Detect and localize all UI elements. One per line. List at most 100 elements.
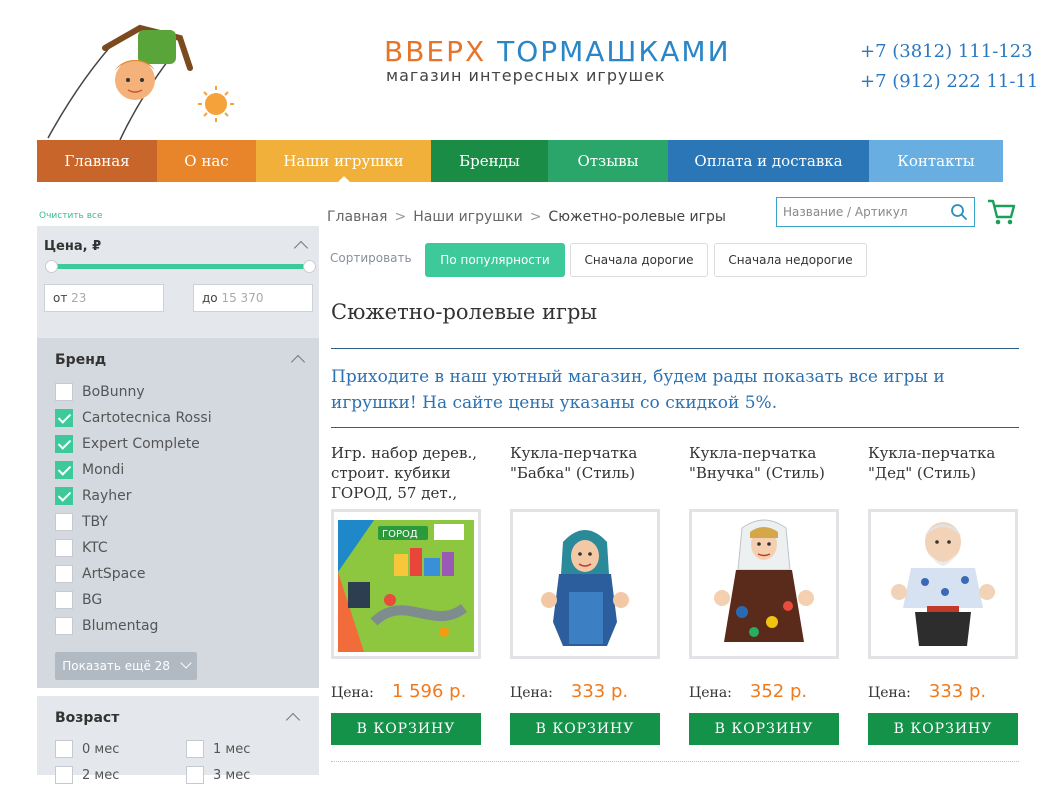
nav-item-toys[interactable]: Наши игрушки bbox=[256, 140, 431, 183]
phone-1[interactable]: +7 (3812) 111-123 bbox=[860, 41, 1033, 62]
brand-option-label: Expert Complete bbox=[82, 436, 200, 452]
breadcrumb-current: Сюжетно-ролевые игры bbox=[548, 209, 726, 225]
product-name[interactable]: Игр. набор дерев., строит. кубики ГОРОД,… bbox=[331, 443, 483, 507]
svg-text:ГОРОД: ГОРОД bbox=[382, 529, 418, 540]
brand-filter-list: BoBunny Cartotecnica Rossi Expert Comple… bbox=[55, 379, 212, 639]
product-image[interactable]: ГОРОД bbox=[331, 509, 481, 659]
brand-option[interactable]: ArtSpace bbox=[55, 561, 212, 587]
add-to-cart-button[interactable]: В КОРЗИНУ bbox=[331, 713, 481, 745]
brand-option-label: Blumentag bbox=[82, 618, 159, 634]
brand-option[interactable]: Mondi bbox=[55, 457, 212, 483]
nav-item-home[interactable]: Главная bbox=[37, 140, 157, 182]
checkbox[interactable] bbox=[55, 740, 73, 758]
sort-label: Сортировать bbox=[330, 251, 412, 265]
brand-title-part1: ВВЕРХ bbox=[384, 35, 487, 68]
sort-expensive-first-button[interactable]: Сначала дорогие bbox=[570, 243, 708, 277]
price-to-input[interactable]: до 15 370 bbox=[193, 284, 313, 312]
show-more-brands-button[interactable]: Показать ещё 28 bbox=[55, 652, 197, 680]
nav-item-payment-delivery[interactable]: Оплата и доставка bbox=[668, 140, 869, 182]
price-slider-track[interactable] bbox=[50, 264, 310, 269]
brand-option[interactable]: BoBunny bbox=[55, 379, 212, 405]
brand-title[interactable]: ВВЕРХ ТОРМАШКАМИ bbox=[384, 36, 731, 68]
product-name[interactable]: Кукла-перчатка "Внучка" (Стиль) bbox=[689, 443, 841, 507]
checkbox[interactable] bbox=[55, 565, 73, 583]
clear-all-filters[interactable]: Очистить все bbox=[39, 211, 103, 221]
age-option-label: 3 мес bbox=[213, 767, 251, 783]
product-name[interactable]: Кукла-перчатка "Дед" (Стиль) bbox=[868, 443, 1020, 507]
product-image[interactable] bbox=[868, 509, 1018, 659]
checkbox-checked[interactable] bbox=[55, 409, 73, 427]
product-price: 352 р. bbox=[749, 681, 808, 702]
brand-option[interactable]: Cartotecnica Rossi bbox=[55, 405, 212, 431]
price-from-prefix: от bbox=[53, 291, 68, 305]
phone-2[interactable]: +7 (912) 222 11-11 bbox=[860, 71, 1038, 92]
cart-icon[interactable] bbox=[986, 197, 1016, 231]
product-price: 1 596 р. bbox=[391, 681, 467, 702]
search-input[interactable] bbox=[777, 198, 949, 226]
divider bbox=[331, 348, 1019, 349]
price-from-input[interactable]: от 23 bbox=[44, 284, 164, 312]
checkbox[interactable] bbox=[55, 617, 73, 635]
checkbox[interactable] bbox=[55, 539, 73, 557]
product-card: Кукла-перчатка "Дед" (Стиль) Цена: 333 р.… bbox=[868, 443, 1020, 745]
add-to-cart-button[interactable]: В КОРЗИНУ bbox=[689, 713, 839, 745]
price-slider-max-handle[interactable] bbox=[303, 260, 316, 273]
age-option[interactable]: 1 мес bbox=[186, 736, 250, 762]
brand-filter-title: Бренд bbox=[55, 352, 107, 368]
nav-item-reviews[interactable]: Отзывы bbox=[548, 140, 668, 182]
brand-option-label: BG bbox=[82, 592, 103, 608]
checkbox-checked[interactable] bbox=[55, 461, 73, 479]
product-image[interactable] bbox=[689, 509, 839, 659]
show-more-label: Показать ещё 28 bbox=[62, 659, 170, 673]
checkbox[interactable] bbox=[55, 513, 73, 531]
breadcrumb-toys[interactable]: Наши игрушки bbox=[413, 209, 522, 225]
breadcrumb-home[interactable]: Главная bbox=[327, 209, 387, 225]
checkbox[interactable] bbox=[186, 766, 204, 784]
brand-option-label: Mondi bbox=[82, 462, 125, 478]
brand-option[interactable]: Blumentag bbox=[55, 613, 212, 639]
price-to-value: 15 370 bbox=[221, 291, 264, 305]
checkbox[interactable] bbox=[55, 766, 73, 784]
nav-item-brands[interactable]: Бренды bbox=[431, 140, 548, 182]
age-option[interactable]: 3 мес bbox=[186, 762, 250, 788]
checkbox[interactable] bbox=[55, 591, 73, 609]
search-box bbox=[776, 197, 975, 227]
search-icon[interactable] bbox=[950, 203, 968, 225]
product-card: Кукла-перчатка "Бабка" (Стиль) Цена: 333 … bbox=[510, 443, 662, 745]
glove-puppet-grandma-image bbox=[541, 530, 629, 646]
brand-option-label: ArtSpace bbox=[82, 566, 146, 582]
age-option[interactable]: 0 мес bbox=[55, 736, 119, 762]
checkbox[interactable] bbox=[186, 740, 204, 758]
logo-illustration[interactable] bbox=[40, 8, 240, 141]
price-filter-title: Цена, ₽ bbox=[44, 239, 102, 254]
main-nav: Главная О нас Наши игрушки Бренды Отзывы… bbox=[37, 140, 1003, 183]
sort-cheap-first-button[interactable]: Сначала недорогие bbox=[714, 243, 867, 277]
brand-option-label: Rayher bbox=[82, 488, 132, 504]
product-image[interactable] bbox=[510, 509, 660, 659]
add-to-cart-button[interactable]: В КОРЗИНУ bbox=[868, 713, 1018, 745]
brand-option[interactable]: KTC bbox=[55, 535, 212, 561]
price-slider-min-handle[interactable] bbox=[45, 260, 58, 273]
brand-option[interactable]: Rayher bbox=[55, 483, 212, 509]
price-label: Цена: bbox=[510, 685, 553, 701]
price-from-value: 23 bbox=[71, 291, 87, 305]
nav-item-contacts[interactable]: Контакты bbox=[869, 140, 1003, 182]
divider bbox=[331, 427, 1019, 428]
checkbox-checked[interactable] bbox=[55, 435, 73, 453]
age-option-label: 2 мес bbox=[82, 767, 120, 783]
age-filter-title: Возраст bbox=[55, 710, 120, 726]
nav-item-about[interactable]: О нас bbox=[157, 140, 256, 182]
product-name[interactable]: Кукла-перчатка "Бабка" (Стиль) bbox=[510, 443, 662, 507]
age-option[interactable]: 2 мес bbox=[55, 762, 119, 788]
checkbox[interactable] bbox=[55, 383, 73, 401]
checkbox-checked[interactable] bbox=[55, 487, 73, 505]
intro-text: Приходите в наш уютный магазин, будем ра… bbox=[331, 367, 945, 413]
age-option-label: 0 мес bbox=[82, 741, 120, 757]
add-to-cart-button[interactable]: В КОРЗИНУ bbox=[510, 713, 660, 745]
age-option-label: 1 мес bbox=[213, 741, 251, 757]
brand-option[interactable]: BG bbox=[55, 587, 212, 613]
sort-popular-button[interactable]: По популярности bbox=[425, 243, 565, 277]
brand-option[interactable]: TBY bbox=[55, 509, 212, 535]
brand-option[interactable]: Expert Complete bbox=[55, 431, 212, 457]
product-price: 333 р. bbox=[570, 681, 629, 702]
